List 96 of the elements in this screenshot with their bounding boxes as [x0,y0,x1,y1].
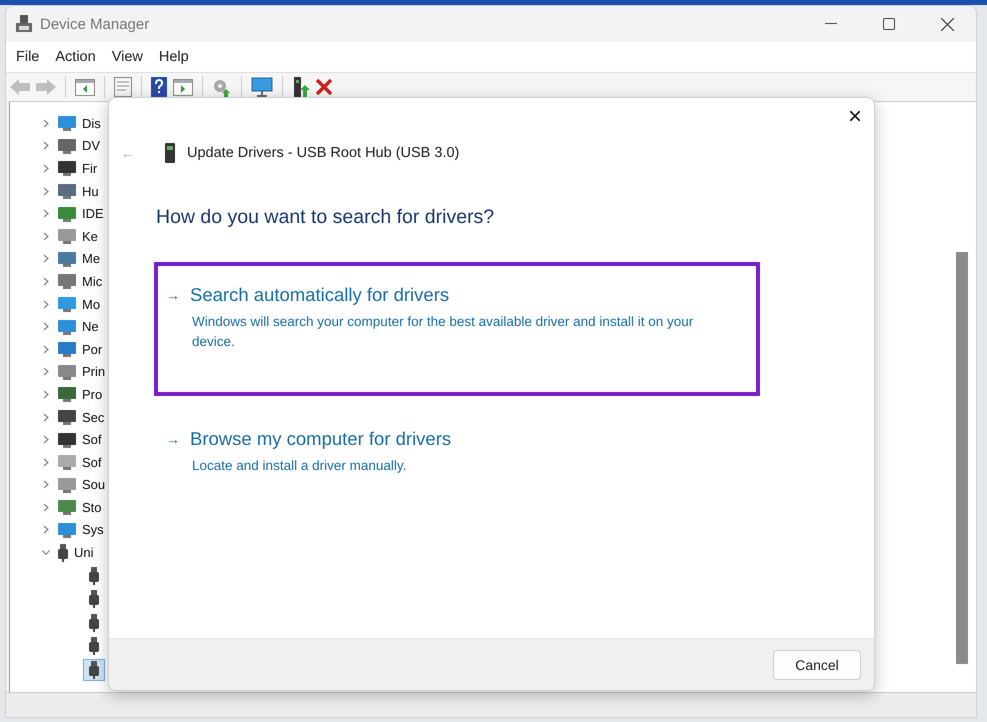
option-title: Search automatically for drivers [190,284,450,306]
usb-hub-icon [165,143,175,163]
tree-item[interactable]: Mo [82,296,100,312]
arrow-glyph: → [166,287,180,303]
device-icon [57,272,77,290]
maximize-icon[interactable] [883,18,895,30]
window-title: Device Manager [40,16,150,32]
device-icon [57,498,77,516]
tree-item[interactable]: Hu [82,184,99,199]
usb-icon [88,590,100,608]
device-icon [57,453,77,472]
chevron-icon[interactable] [43,209,49,218]
arrow-glyph: → [166,431,180,447]
tree-item[interactable] [83,659,105,682]
tree-item[interactable]: DV [82,138,100,154]
update-driver-icon[interactable] [292,77,310,97]
chevron-icon[interactable] [43,412,49,422]
chevron-icon[interactable] [43,276,49,286]
tree-item[interactable]: Ne [82,319,99,334]
cancel-button[interactable]: Cancel [773,650,861,680]
device-icon [57,408,77,426]
tree-item[interactable]: Pro [82,386,102,402]
tree-item[interactable]: Por [82,342,102,357]
device-icon [57,114,77,132]
menu-item[interactable]: Action [49,49,106,65]
help-icon[interactable] [151,77,167,97]
tree-item[interactable]: Sof [82,454,102,470]
device-icon [57,340,77,358]
chevron-icon[interactable] [43,300,49,309]
usb-icon [88,661,100,680]
tree-item[interactable]: Sof [82,432,102,448]
search-option[interactable]: → Search automatically for drivers Windows will search your computer for the best available driver and install it on your device. [154,262,760,396]
search-option[interactable]: → Browse my computer for drivers Locate and install a driver manually. [154,406,760,494]
device-icon [57,295,77,314]
usb-icon [57,544,69,562]
device-icon [57,318,77,336]
menu-item[interactable]: File [10,49,50,65]
chevron-icon[interactable] [43,480,49,490]
menu-item[interactable]: View [106,49,153,65]
monitor-icon[interactable] [251,77,273,97]
device-icon [57,430,77,449]
tree-item[interactable]: Ke [82,228,98,244]
chevron-icon[interactable] [43,367,49,376]
chevron-icon[interactable] [42,550,50,556]
device-icon [57,182,77,200]
device-icon [57,136,77,155]
usb-icon [88,637,100,656]
chevron-icon[interactable] [43,390,49,399]
view-pane-icon[interactable] [173,78,193,96]
device-icon [57,227,77,246]
device-icon [57,385,77,404]
tree-item[interactable]: Sto [82,500,102,515]
tree-item[interactable]: Prin [82,364,106,380]
close-button[interactable]: × [848,105,862,129]
chevron-icon[interactable] [43,164,49,173]
device-icon [57,159,77,178]
tree-item[interactable]: Me [82,251,100,266]
tree-item[interactable]: Mic [82,274,102,289]
tree-item[interactable]: Sec [82,410,104,425]
usb-icon [88,614,100,632]
device-icon [57,250,77,268]
device-icon [57,476,77,494]
dialog-title: Update Drivers - USB Root Hub (USB 3.0) [187,145,460,161]
tree-item[interactable]: Sou [82,477,106,492]
tree-item[interactable]: Dis [82,116,101,131]
console-tree-icon[interactable] [75,78,95,96]
chevron-icon[interactable] [43,186,49,196]
option-description: Windows will search your computer for the best available driver and install it on your device. [191,313,694,352]
option-title: Browse my computer for drivers [190,428,452,450]
dialog-heading: How do you want to search for drivers? [155,205,496,230]
chevron-icon[interactable] [43,502,49,512]
chevron-icon[interactable] [43,435,49,444]
delete-icon[interactable] [316,79,332,95]
menu-item[interactable]: Help [152,49,199,65]
close-icon[interactable] [941,18,954,30]
device-icon [57,204,77,223]
minimize-icon[interactable] [825,23,837,25]
chevron-icon[interactable] [43,232,49,241]
chevron-icon[interactable] [43,254,49,264]
chevron-icon[interactable] [43,525,49,534]
usb-icon [88,566,100,585]
tree-item[interactable]: IDE [82,206,104,222]
chevron-icon[interactable] [43,322,49,332]
chevron-icon[interactable] [43,118,49,128]
chevron-icon[interactable] [43,344,49,354]
chevron-icon[interactable] [43,458,49,467]
tree-item[interactable]: Sys [82,522,104,538]
tree-item[interactable]: Fir [82,160,98,176]
tree-item[interactable]: Uni [74,545,94,560]
properties-icon[interactable] [114,77,132,97]
device-icon [57,362,77,381]
option-description: Locate and install a driver manually. [191,457,408,475]
chevron-icon[interactable] [43,141,49,150]
device-icon [57,520,77,539]
device-icon [14,14,34,34]
scrollbar-thumb[interactable] [956,252,968,664]
